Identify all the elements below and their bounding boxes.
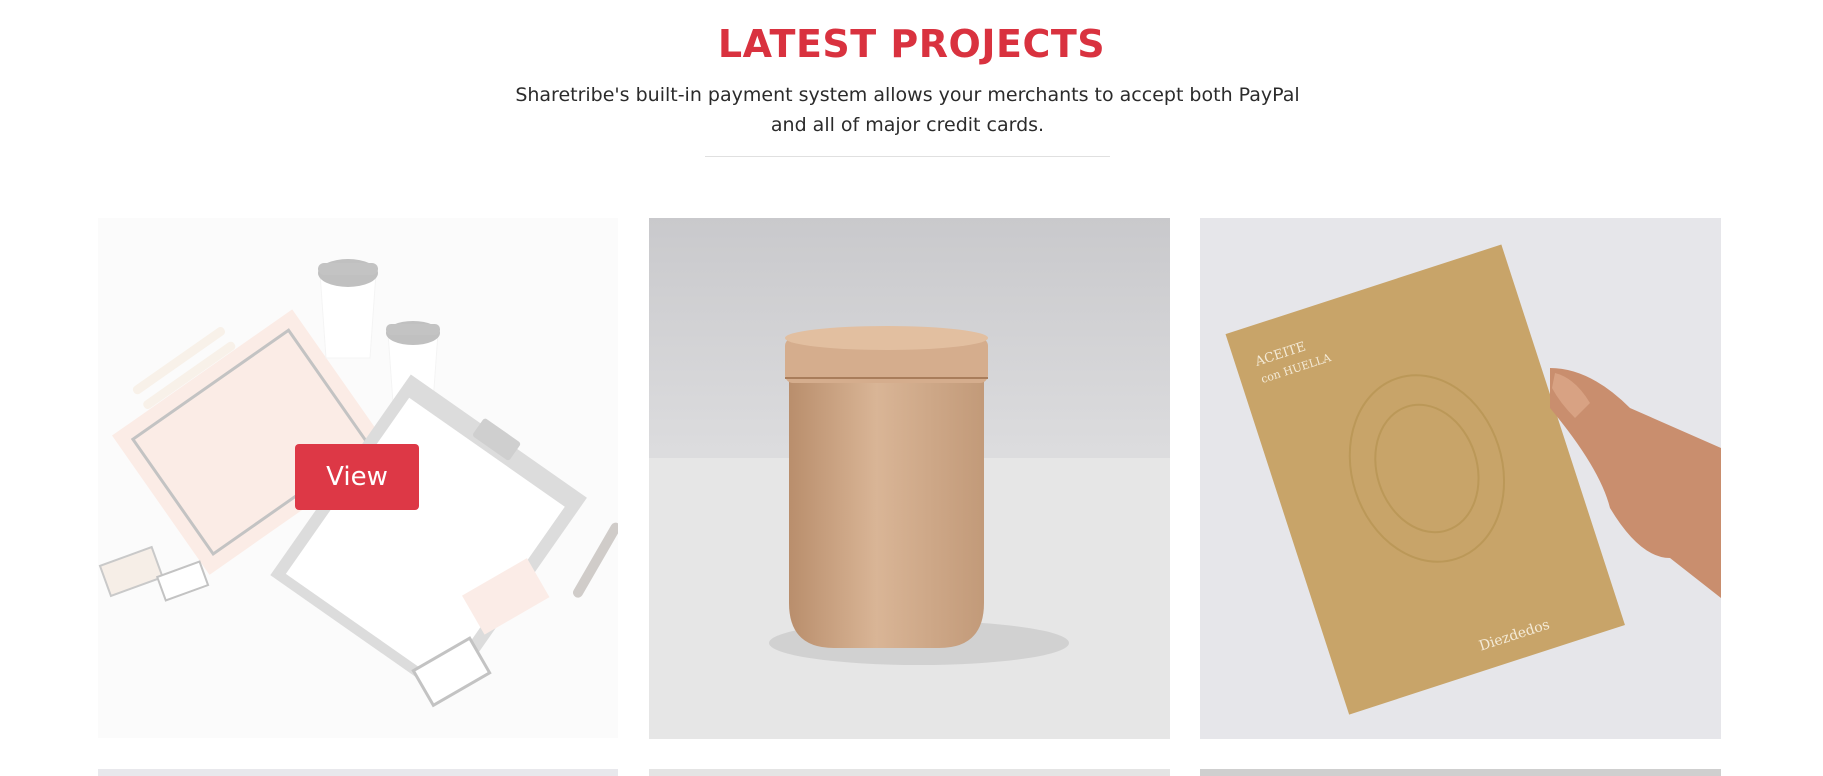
section-title: LATEST PROJECTS (717, 22, 1106, 66)
wooden-jar-image (649, 218, 1170, 739)
view-button[interactable]: View (295, 444, 419, 510)
project-card-row2-2[interactable] (649, 769, 1170, 776)
project-card-row2-1[interactable] (98, 769, 618, 776)
book-cover-image: ACEITE con HUELLA Diezdedos (1200, 218, 1721, 739)
project-card-book[interactable]: ACEITE con HUELLA Diezdedos (1200, 218, 1721, 739)
project-card-stationery[interactable]: View (98, 218, 618, 738)
project-card-wooden-jar[interactable] (649, 218, 1170, 739)
section-divider (705, 156, 1110, 157)
project-card-row2-3[interactable] (1200, 769, 1721, 776)
section-subtitle: Sharetribe's built-in payment system all… (515, 84, 1300, 136)
